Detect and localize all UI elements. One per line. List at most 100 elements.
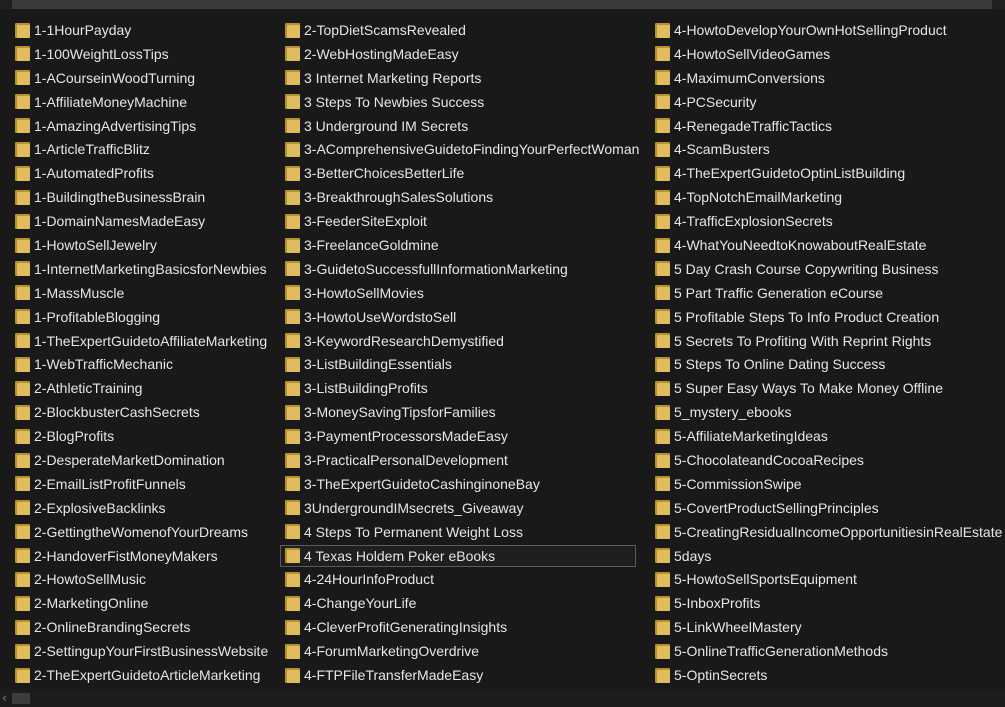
- folder-icon: [655, 500, 670, 516]
- folder-item[interactable]: 1-ACourseinWoodTurning: [10, 67, 278, 89]
- folder-item[interactable]: 5-OptinSecrets: [650, 664, 1002, 686]
- folder-item[interactable]: 1-InternetMarketingBasicsforNewbies: [10, 258, 278, 280]
- folder-item[interactable]: 1-WebTrafficMechanic: [10, 353, 278, 375]
- folder-item[interactable]: 5-CommissionSwipe: [650, 473, 1002, 495]
- folder-item[interactable]: 3-FeederSiteExploit: [280, 210, 636, 232]
- folder-item[interactable]: 3-ListBuildingProfits: [280, 377, 636, 399]
- folder-item[interactable]: 3-FreelanceGoldmine: [280, 234, 636, 256]
- folder-icon: [655, 46, 670, 62]
- folder-item[interactable]: 5 Part Traffic Generation eCourse: [650, 282, 1002, 304]
- folder-item[interactable]: 3-HowtoUseWordstoSell: [280, 306, 636, 328]
- folder-item[interactable]: 2-AthleticTraining: [10, 377, 278, 399]
- folder-item[interactable]: 2-HandoverFistMoneyMakers: [10, 545, 278, 567]
- folder-item[interactable]: 1-BuildingtheBusinessBrain: [10, 186, 278, 208]
- folder-item[interactable]: 3-BetterChoicesBetterLife: [280, 162, 636, 184]
- folder-item[interactable]: 1-MassMuscle: [10, 282, 278, 304]
- folder-item[interactable]: 4-CleverProfitGeneratingInsights: [280, 616, 636, 638]
- folder-item[interactable]: 3-KeywordResearchDemystified: [280, 330, 636, 352]
- folder-item[interactable]: 1-AutomatedProfits: [10, 162, 278, 184]
- chevron-left-icon[interactable]: ‹: [2, 691, 7, 705]
- folder-item[interactable]: 4-TrafficExplosionSecrets: [650, 210, 1002, 232]
- folder-name: 3 Underground IM Secrets: [304, 117, 469, 134]
- folder-item[interactable]: 5-LinkWheelMastery: [650, 616, 1002, 638]
- folder-item[interactable]: 5-InboxProfits: [650, 592, 1002, 614]
- folder-item[interactable]: 4-TopNotchEmailMarketing: [650, 186, 1002, 208]
- folder-item[interactable]: 4-MaximumConversions: [650, 67, 1002, 89]
- folder-item[interactable]: 2-HowtoSellMusic: [10, 568, 278, 590]
- folder-item[interactable]: 2-OnlineBrandingSecrets: [10, 616, 278, 638]
- folder-item[interactable]: 5 Profitable Steps To Info Product Creat…: [650, 306, 1002, 328]
- folder-item[interactable]: 2-EmailListProfitFunnels: [10, 473, 278, 495]
- folder-item[interactable]: 3-TheExpertGuidetoCashinginoneBay: [280, 473, 636, 495]
- folder-item[interactable]: 5_mystery_ebooks: [650, 401, 1002, 423]
- folder-item[interactable]: 1-ArticleTrafficBlitz: [10, 138, 278, 160]
- folder-item[interactable]: 4-ScamBusters: [650, 138, 1002, 160]
- folder-item[interactable]: 1-HowtoSellJewelry: [10, 234, 278, 256]
- folder-item[interactable]: 4-TheExpertGuidetoOptinListBuilding: [650, 162, 1002, 184]
- folder-item[interactable]: 2-ExplosiveBacklinks: [10, 497, 278, 519]
- folder-item[interactable]: 3 Steps To Newbies Success: [280, 91, 636, 113]
- folder-name: 1-BuildingtheBusinessBrain: [34, 189, 206, 206]
- folder-item[interactable]: 2-DesperateMarketDomination: [10, 449, 278, 471]
- folder-name: 5-CommissionSwipe: [674, 475, 802, 492]
- folder-item[interactable]: 4-PCSecurity: [650, 91, 1002, 113]
- folder-item[interactable]: 5 Super Easy Ways To Make Money Offline: [650, 377, 1002, 399]
- folder-item[interactable]: 2-SettingupYourFirstBusinessWebsite: [10, 640, 278, 662]
- folder-item[interactable]: 5-CovertProductSellingPrinciples: [650, 497, 1002, 519]
- folder-item[interactable]: 1-100WeightLossTips: [10, 43, 278, 65]
- folder-item[interactable]: 5 Steps To Online Dating Success: [650, 353, 1002, 375]
- folder-item[interactable]: 4-ForumMarketingOverdrive: [280, 640, 636, 662]
- folder-item[interactable]: 3-ListBuildingEssentials: [280, 353, 636, 375]
- folder-item[interactable]: 3-BreakthroughSalesSolutions: [280, 186, 636, 208]
- folder-item[interactable]: 1-ProfitableBlogging: [10, 306, 278, 328]
- folder-item[interactable]: 3 Internet Marketing Reports: [280, 67, 636, 89]
- folder-item[interactable]: 2-BlockbusterCashSecrets: [10, 401, 278, 423]
- horizontal-scrollbar-thumb[interactable]: [12, 693, 30, 704]
- folder-name: 1-1HourPayday: [34, 22, 132, 38]
- folder-item-selected[interactable]: 4 Texas Holdem Poker eBooks: [280, 544, 636, 567]
- folder-item[interactable]: 1-AmazingAdvertisingTips: [10, 115, 278, 137]
- folder-item[interactable]: 3-HowtoSellMovies: [280, 282, 636, 304]
- folder-item[interactable]: 4-ChangeYourLife: [280, 592, 636, 614]
- folder-item[interactable]: 4-RenegadeTrafficTactics: [650, 115, 1002, 137]
- folder-item[interactable]: 3-PracticalPersonalDevelopment: [280, 449, 636, 471]
- folder-item[interactable]: 5 Secrets To Profiting With Reprint Righ…: [650, 330, 1002, 352]
- folder-item[interactable]: 3 Underground IM Secrets: [280, 115, 636, 137]
- folder-item[interactable]: 1-AffiliateMoneyMachine: [10, 91, 278, 113]
- folder-item[interactable]: 1-DomainNamesMadeEasy: [10, 210, 278, 232]
- folder-column-2: 2-TopDietScamsRevealed 2-WebHostingMadeEa…: [280, 19, 639, 688]
- top-scrollbar[interactable]: [0, 0, 1005, 12]
- folder-item[interactable]: 5-CreatingResidualIncomeOpportunitiesinR…: [650, 521, 1002, 543]
- folder-item[interactable]: 3-GuidetoSuccessfullInformationMarketing: [280, 258, 636, 280]
- folder-item[interactable]: 2-GettingtheWomenofYourDreams: [10, 521, 278, 543]
- folder-icon: [15, 141, 30, 157]
- folder-item[interactable]: 3UndergroundIMsecrets_Giveaway: [280, 497, 636, 519]
- folder-item[interactable]: 2-TopDietScamsRevealed: [280, 19, 636, 41]
- horizontal-scrollbar[interactable]: ‹: [0, 690, 1005, 707]
- folder-item[interactable]: 5 Day Crash Course Copywriting Business: [650, 258, 1002, 280]
- folder-item[interactable]: 4-HowtoDevelopYourOwnHotSellingProduct: [650, 19, 1002, 41]
- folder-item[interactable]: 4-WhatYouNeedtoKnowaboutRealEstate: [650, 234, 1002, 256]
- folder-item[interactable]: 2-TheExpertGuidetoArticleMarketing: [10, 664, 278, 686]
- folder-item[interactable]: 5-AffiliateMarketingIdeas: [650, 425, 1002, 447]
- folder-item[interactable]: 5-HowtoSellSportsEquipment: [650, 568, 1002, 590]
- top-scrollbar-thumb[interactable]: [12, 0, 992, 9]
- folder-icon: [285, 189, 300, 205]
- folder-item[interactable]: 5-OnlineTrafficGenerationMethods: [650, 640, 1002, 662]
- folder-item[interactable]: 2-MarketingOnline: [10, 592, 278, 614]
- folder-item[interactable]: 1-1HourPayday: [10, 19, 278, 41]
- folder-item[interactable]: 3-MoneySavingTipsforFamilies: [280, 401, 636, 423]
- folder-item[interactable]: 4-24HourInfoProduct: [280, 568, 636, 590]
- folder-item[interactable]: 4-FTPFileTransferMadeEasy: [280, 664, 636, 686]
- folder-name: 4-ChangeYourLife: [304, 595, 417, 612]
- folder-name: 3-BreakthroughSalesSolutions: [304, 189, 494, 206]
- folder-item[interactable]: 5days: [650, 545, 1002, 567]
- folder-item[interactable]: 4-HowtoSellVideoGames: [650, 43, 1002, 65]
- folder-item[interactable]: 3-AComprehensiveGuidetoFindingYourPerfec…: [280, 138, 639, 160]
- folder-item[interactable]: 3-PaymentProcessorsMadeEasy: [280, 425, 636, 447]
- folder-item[interactable]: 2-BlogProfits: [10, 425, 278, 447]
- folder-item[interactable]: 1-TheExpertGuidetoAffiliateMarketing: [10, 330, 278, 352]
- folder-item[interactable]: 4 Steps To Permanent Weight Loss: [280, 521, 636, 543]
- folder-item[interactable]: 5-ChocolateandCocoaRecipes: [650, 449, 1002, 471]
- folder-item[interactable]: 2-WebHostingMadeEasy: [280, 43, 636, 65]
